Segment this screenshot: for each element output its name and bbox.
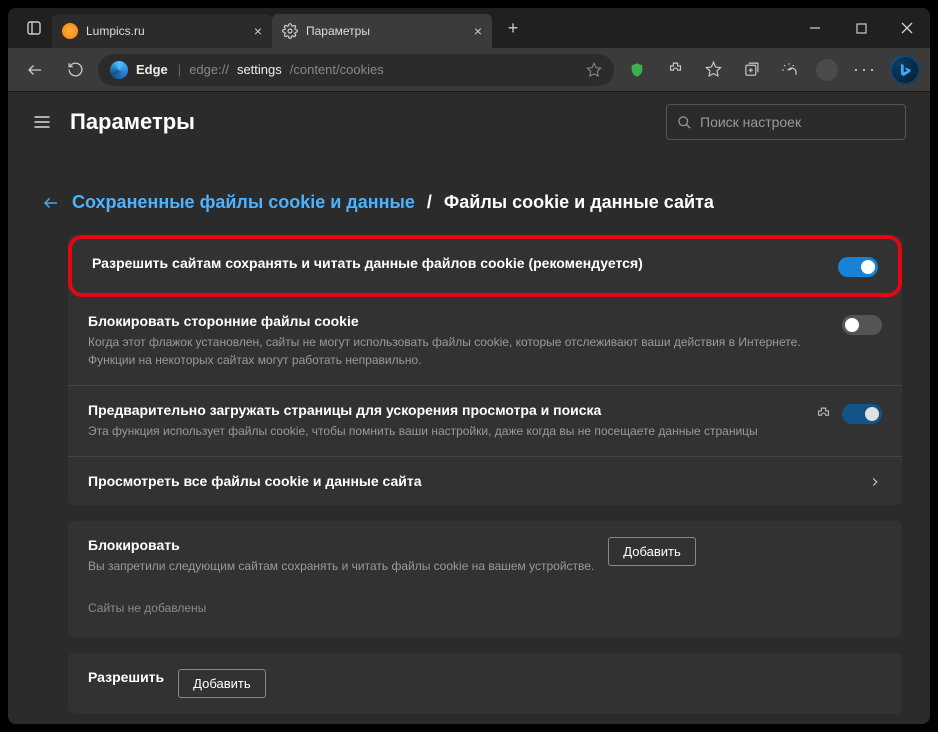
- tab-settings[interactable]: Параметры ×: [272, 14, 492, 48]
- breadcrumb-link[interactable]: Сохраненные файлы cookie и данные: [72, 192, 415, 213]
- block-thirdparty-row: Блокировать сторонние файлы cookie Когда…: [68, 297, 902, 386]
- block-sites-card: Блокировать Вы запретили следующим сайта…: [68, 521, 902, 637]
- preload-toggle[interactable]: [842, 404, 882, 424]
- setting-title: Блокировать сторонние файлы cookie: [88, 313, 828, 329]
- section-desc: Вы запретили следующим сайтам сохранять …: [88, 559, 594, 573]
- search-placeholder: Поиск настроек: [700, 114, 801, 130]
- tab-label: Lumpics.ru: [86, 24, 145, 38]
- edge-icon: [110, 61, 128, 79]
- setting-title: Предварительно загружать страницы для ус…: [88, 402, 801, 418]
- settings-header: Параметры Поиск настроек: [8, 92, 930, 152]
- refresh-button[interactable]: [58, 53, 92, 87]
- close-tab-icon[interactable]: ×: [474, 23, 482, 39]
- section-title: Блокировать: [88, 537, 594, 553]
- page-title: Параметры: [70, 109, 195, 135]
- tab-lumpics[interactable]: Lumpics.ru ×: [52, 14, 272, 48]
- breadcrumb-back-button[interactable]: [42, 194, 60, 212]
- close-window-button[interactable]: [884, 8, 930, 48]
- url-scheme: edge://: [189, 62, 229, 77]
- preload-row: Предварительно загружать страницы для ус…: [68, 386, 902, 457]
- section-title: Разрешить: [88, 669, 164, 685]
- block-thirdparty-toggle[interactable]: [842, 315, 882, 335]
- extensions-icon[interactable]: [658, 53, 692, 87]
- allow-cookies-row: Разрешить сайтам сохранять и читать данн…: [68, 235, 902, 297]
- blocked-sites-empty: Сайты не добавлены: [68, 583, 902, 637]
- minimize-button[interactable]: [792, 8, 838, 48]
- view-all-cookies-row[interactable]: Просмотреть все файлы cookie и данные са…: [68, 457, 902, 505]
- tab-label: Параметры: [306, 24, 370, 38]
- collections-icon[interactable]: [734, 53, 768, 87]
- back-button[interactable]: [18, 53, 52, 87]
- breadcrumb-current: Файлы cookie и данные сайта: [444, 192, 714, 213]
- setting-title: Просмотреть все файлы cookie и данные са…: [88, 473, 854, 489]
- close-tab-icon[interactable]: ×: [254, 23, 262, 39]
- profile-avatar[interactable]: [810, 53, 844, 87]
- address-bar[interactable]: Edge | edge://settings/content/cookies: [98, 54, 614, 86]
- favorites-icon[interactable]: [696, 53, 730, 87]
- setting-title: Разрешить сайтам сохранять и читать данн…: [92, 255, 824, 271]
- toolbar: Edge | edge://settings/content/cookies: [8, 48, 930, 92]
- maximize-button[interactable]: [838, 8, 884, 48]
- edge-label: Edge: [136, 62, 168, 77]
- menu-icon[interactable]: [32, 112, 52, 132]
- favicon-icon: [62, 23, 78, 39]
- tab-actions-button[interactable]: [16, 8, 52, 48]
- url-host: settings: [237, 62, 282, 77]
- add-blocked-site-button[interactable]: Добавить: [608, 537, 695, 566]
- shield-icon[interactable]: [620, 53, 654, 87]
- chevron-right-icon: [868, 475, 882, 489]
- allow-sites-card: Разрешить Добавить: [68, 653, 902, 714]
- setting-desc: Эта функция использует файлы cookie, что…: [88, 422, 801, 440]
- cookie-settings-card: Разрешить сайтам сохранять и читать данн…: [68, 235, 902, 505]
- bing-button[interactable]: [890, 55, 920, 85]
- more-button[interactable]: ···: [848, 53, 882, 87]
- breadcrumb: Сохраненные файлы cookie и данные / Файл…: [42, 164, 902, 235]
- url-path: /content/cookies: [290, 62, 384, 77]
- titlebar: Lumpics.ru × Параметры × +: [8, 8, 930, 48]
- search-settings-input[interactable]: Поиск настроек: [666, 104, 906, 140]
- setting-desc: Когда этот флажок установлен, сайты не м…: [88, 333, 828, 369]
- gear-icon: [282, 23, 298, 39]
- new-tab-button[interactable]: +: [498, 18, 528, 39]
- allow-cookies-toggle[interactable]: [838, 257, 878, 277]
- add-allowed-site-button[interactable]: Добавить: [178, 669, 265, 698]
- extension-icon[interactable]: [815, 406, 832, 423]
- favorite-icon[interactable]: [586, 62, 602, 78]
- search-icon: [677, 115, 692, 130]
- performance-icon[interactable]: [772, 53, 806, 87]
